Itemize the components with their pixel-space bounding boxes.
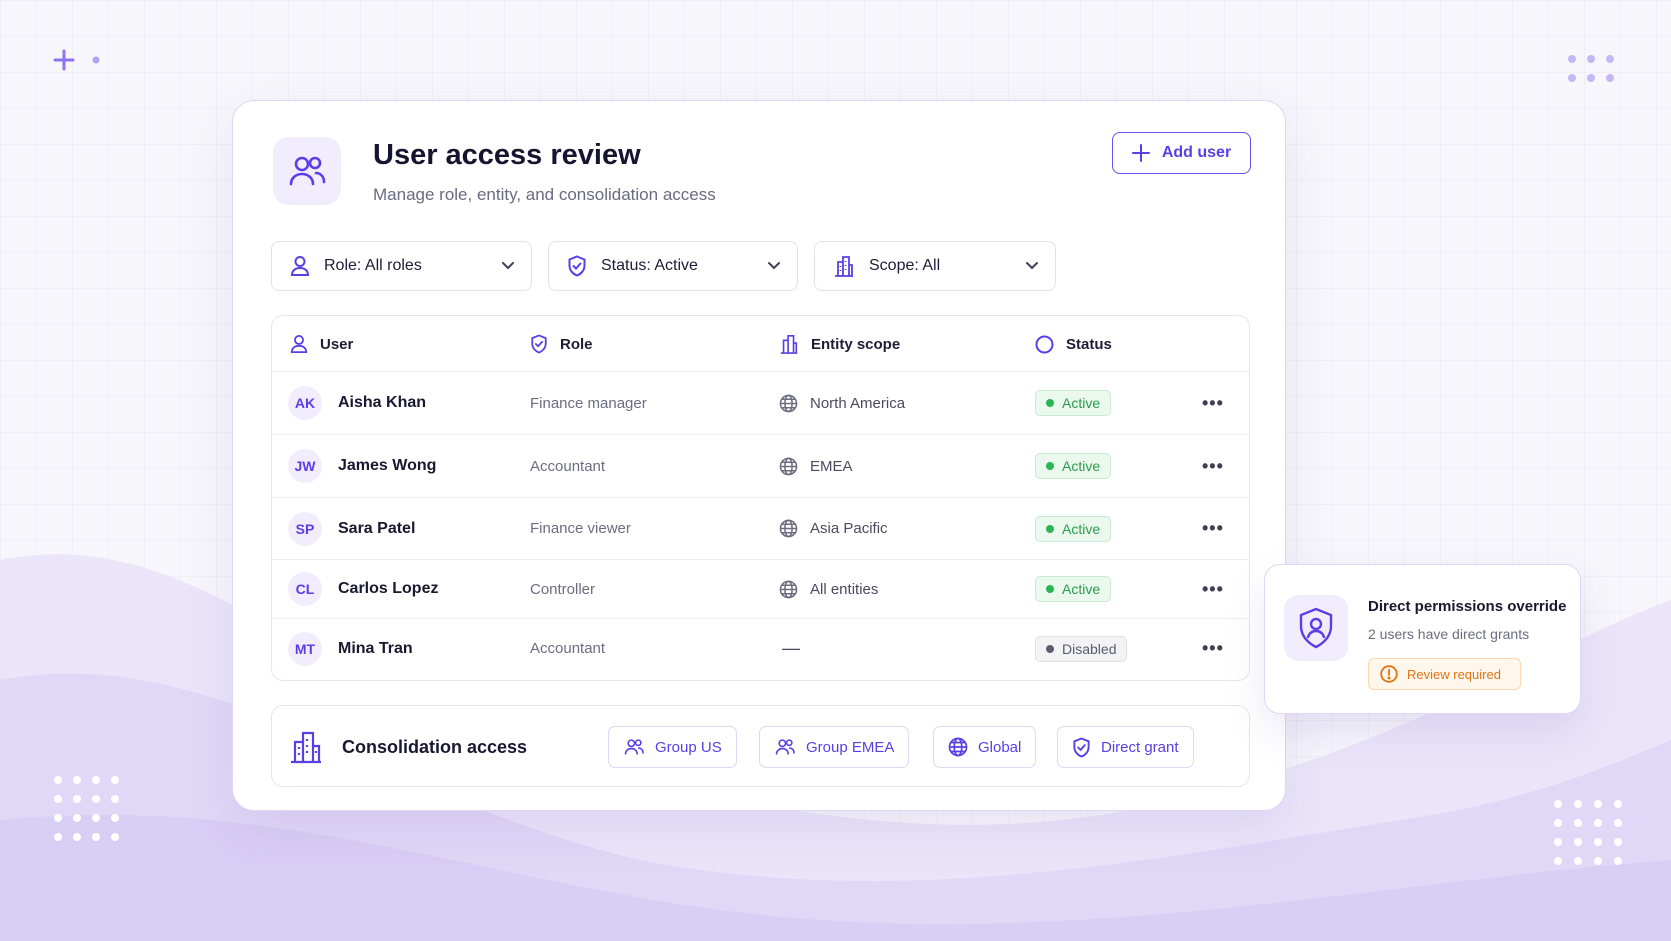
users-icon [775, 739, 795, 755]
user-role: Finance viewer [530, 520, 631, 537]
chip-global[interactable]: Global [933, 726, 1037, 768]
user-role: Accountant [530, 640, 606, 657]
globe-icon [948, 737, 968, 757]
avatar: CL [288, 572, 322, 606]
status-badge: Disabled [1035, 635, 1128, 662]
chip-group-us[interactable]: Group US [608, 726, 737, 768]
users-table: User Role Entity scope Status AK Aisha K… [271, 315, 1250, 681]
filter-scope-label: Scope: All [869, 257, 941, 274]
user-name: James Wong [338, 457, 437, 474]
user-name: Carlos Lopez [338, 580, 439, 597]
chip-direct-grant[interactable]: Direct grant [1057, 726, 1194, 768]
status-badge: Active [1035, 515, 1112, 542]
globe-icon [779, 580, 798, 598]
circle-icon [1035, 335, 1054, 353]
building-icon [780, 335, 798, 354]
column-role[interactable]: Role [530, 316, 593, 372]
alert-circle-icon [1380, 665, 1398, 683]
chevron-down-icon [768, 262, 780, 270]
column-entity-scope[interactable]: Entity scope [779, 316, 900, 372]
status-badge: Active [1035, 390, 1112, 416]
dots-decoration-bottom-left [54, 776, 119, 841]
status-badge: Active [1035, 453, 1112, 479]
globe-icon [779, 519, 798, 538]
avatar: SP [288, 511, 322, 546]
filter-status-label: Status: Active [601, 257, 698, 274]
chevron-down-icon [502, 262, 514, 270]
review-required-badge[interactable]: Review required [1368, 658, 1521, 690]
chevron-down-icon [1026, 262, 1038, 270]
shield-icon [531, 334, 547, 354]
page-title: User access review [373, 139, 641, 171]
entity-scope: — [782, 638, 800, 658]
entity-scope: EMEA [810, 457, 853, 475]
avatar: JW [288, 449, 322, 483]
globe-icon [779, 394, 798, 412]
user-icon [290, 335, 308, 353]
avatar: MT [288, 631, 322, 666]
user-name: Aisha Khan [338, 394, 427, 411]
filter-scope[interactable]: Scope: All [814, 241, 1056, 291]
table-row[interactable]: MT Mina Tran Accountant — Disabled ••• [272, 619, 1249, 678]
more-options-icon[interactable]: ••• [1202, 435, 1224, 497]
chip-group-emea[interactable]: Group EMEA [759, 726, 910, 768]
user-name: Mina Tran [338, 639, 413, 657]
more-options-icon[interactable]: ••• [1202, 372, 1224, 434]
table-row[interactable]: AK Aisha Khan Finance manager North Amer… [272, 372, 1249, 435]
more-options-icon[interactable]: ••• [1202, 619, 1224, 678]
dots-decoration-bottom-right [1554, 800, 1622, 865]
filter-status[interactable]: Status: Active [548, 241, 798, 291]
user-icon [290, 256, 310, 276]
consolidation-title: Consolidation access [342, 736, 528, 757]
user-access-card: User access review Manage role, entity, … [232, 100, 1286, 811]
column-status[interactable]: Status [1035, 316, 1112, 372]
avatar: AK [288, 386, 322, 420]
table-row[interactable]: CL Carlos Lopez Controller All entities … [272, 560, 1249, 619]
more-options-icon[interactable]: ••• [1202, 560, 1224, 618]
filter-role[interactable]: Role: All roles [271, 241, 532, 291]
shield-icon [1073, 736, 1090, 758]
popover-title: Direct permissions override [1368, 598, 1567, 615]
consolidation-access-panel: Consolidation access Group US Group EMEA… [271, 705, 1250, 787]
column-user[interactable]: User [290, 316, 353, 372]
user-role: Finance manager [530, 394, 647, 412]
filter-role-label: Role: All roles [324, 257, 422, 274]
shield-icon [568, 255, 586, 277]
building-icon [291, 731, 321, 764]
add-user-label: Add user [1161, 144, 1232, 161]
users-icon [624, 739, 644, 755]
page-subtitle: Manage role, entity, and consolidation a… [373, 185, 716, 204]
globe-icon [779, 457, 798, 475]
popover-subtitle: 2 users have direct grants [1368, 626, 1530, 642]
table-row[interactable]: JW James Wong Accountant EMEA Active ••• [272, 435, 1249, 498]
more-options-icon[interactable]: ••• [1202, 498, 1224, 559]
table-header: User Role Entity scope Status [272, 316, 1249, 372]
direct-permissions-popover: Direct permissions override 2 users have… [1264, 564, 1581, 714]
table-row[interactable]: SP Sara Patel Finance viewer Asia Pacifi… [272, 498, 1249, 560]
entity-scope: Asia Pacific [810, 520, 888, 537]
entity-scope: North America [810, 394, 906, 412]
user-role: Accountant [530, 457, 606, 475]
shield-user-icon [1284, 595, 1348, 661]
add-user-button[interactable]: Add user [1112, 132, 1251, 174]
user-name: Sara Patel [338, 519, 416, 537]
users-icon [273, 137, 341, 205]
entity-scope: All entities [810, 580, 879, 598]
dots-decoration-top-right [1567, 54, 1615, 89]
building-icon [835, 256, 853, 277]
status-badge: Active [1035, 576, 1112, 602]
plus-decoration [53, 49, 103, 76]
user-role: Controller [530, 580, 596, 598]
plus-icon [1131, 144, 1150, 162]
